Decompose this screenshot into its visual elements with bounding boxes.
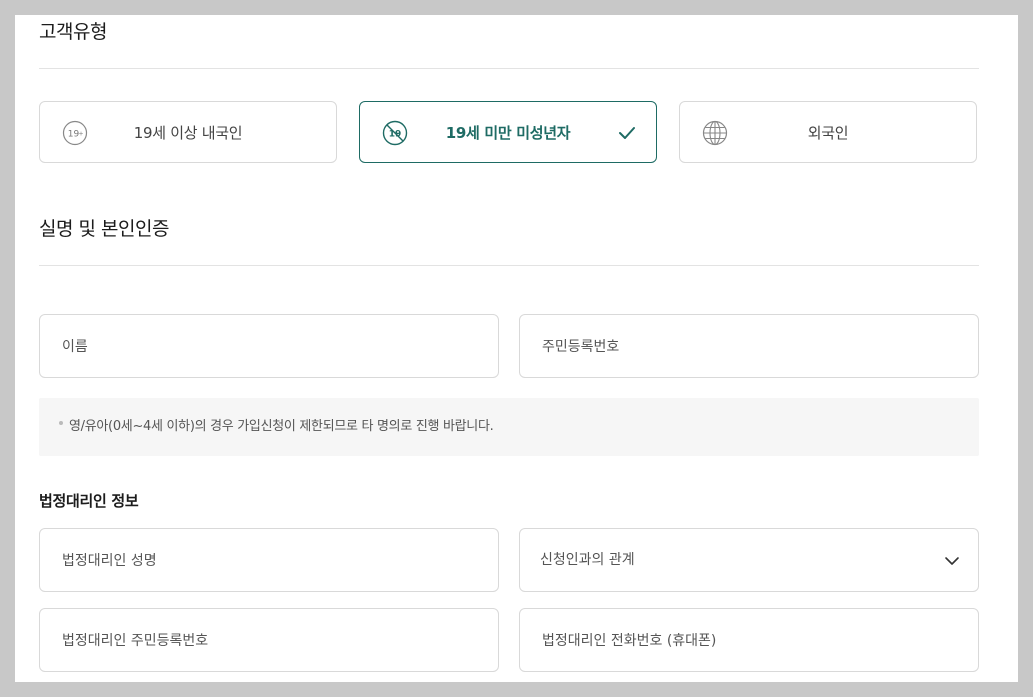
divider [39, 265, 979, 266]
verification-title: 실명 및 본인인증 [39, 218, 169, 240]
chevron-down-icon [945, 557, 959, 565]
notice-text: 영/유아(0세~4세 이하)의 경우 가입신청이 제한되므로 타 명의로 진행 … [69, 419, 494, 434]
name-field[interactable] [39, 314, 499, 379]
guardian-rrn-field[interactable] [39, 608, 499, 673]
guardian-phone-input[interactable] [540, 609, 954, 673]
guardian-name-input[interactable] [60, 529, 474, 593]
guardian-title: 법정대리인 정보 [39, 492, 139, 510]
customer-type-option-adult[interactable]: 19 + 19세 이상 내국인 [39, 101, 337, 163]
guardian-rrn-input[interactable] [60, 609, 474, 673]
customer-type-label: 19세 미만 미성년자 [445, 123, 571, 142]
check-icon [619, 127, 635, 139]
customer-type-label: 19세 이상 내국인 [133, 123, 243, 142]
customer-type-label: 외국인 [807, 123, 849, 142]
guardian-phone-field[interactable] [519, 608, 979, 673]
relation-select-label: 신청인과의 관계 [540, 552, 635, 568]
rrn-input[interactable] [540, 315, 954, 379]
customer-type-title: 고객유형 [39, 21, 107, 43]
divider [39, 68, 979, 69]
rrn-field[interactable] [519, 314, 979, 379]
bullet-icon [59, 421, 63, 425]
age-restriction-notice: 영/유아(0세~4세 이하)의 경우 가입신청이 제한되므로 타 명의로 진행 … [39, 398, 979, 456]
guardian-name-field[interactable] [39, 528, 499, 593]
form-panel: 고객유형 19 + 19세 이상 내국인 19 19세 미만 미성년자 외국인 … [15, 15, 1018, 682]
name-input[interactable] [60, 315, 474, 379]
customer-type-option-foreigner[interactable]: 외국인 [679, 101, 977, 163]
relation-select[interactable]: 신청인과의 관계 [519, 528, 979, 592]
customer-type-option-minor[interactable]: 19 19세 미만 미성년자 [359, 101, 657, 163]
